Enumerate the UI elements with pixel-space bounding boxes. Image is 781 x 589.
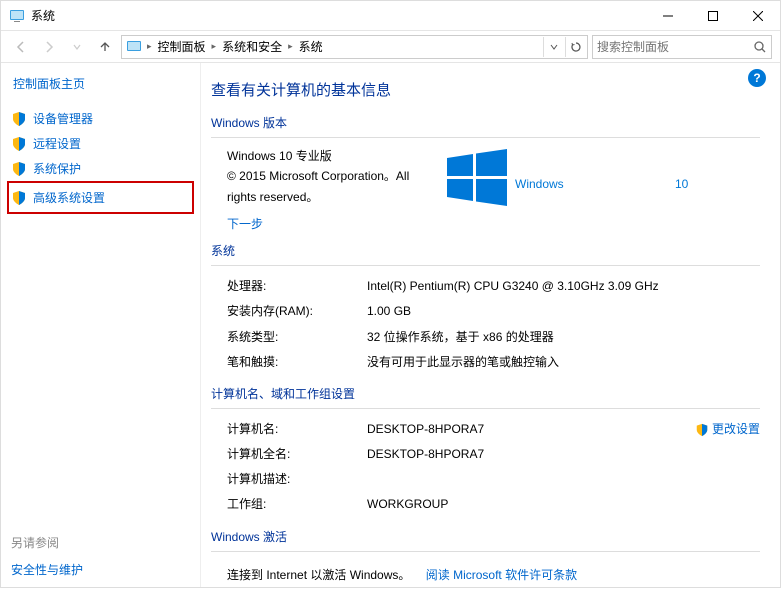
sidebar-item-label: 设备管理器 [33,110,93,127]
system-icon [126,39,142,55]
sidebar-item-label: 系统保护 [33,160,81,177]
windows10-logo: Windows 10 [447,146,760,207]
divider [211,137,760,138]
description-value [367,470,760,489]
up-button[interactable] [93,35,117,59]
type-label: 系统类型: [227,328,367,347]
search-icon[interactable] [753,40,767,54]
shield-icon [11,111,27,127]
divider [211,265,760,266]
back-button[interactable] [9,35,33,59]
window-title: 系统 [31,7,645,24]
close-button[interactable] [735,1,780,30]
shield-icon [11,190,27,206]
shield-icon [695,423,709,437]
computer-name-value: DESKTOP-8HPORA7 [367,420,695,439]
full-name-label: 计算机全名: [227,445,367,464]
maximize-button[interactable] [690,1,735,30]
system-icon [9,8,25,24]
chevron-right-icon[interactable]: ▸ [146,41,153,52]
control-panel-home-link[interactable]: 控制面板主页 [11,75,190,92]
refresh-button[interactable] [565,37,585,57]
workgroup-value: WORKGROUP [367,495,760,514]
svg-text:10: 10 [675,177,689,191]
breadcrumb-dropdown[interactable] [543,37,563,57]
change-settings-label: 更改设置 [712,420,760,439]
sidebar-item-system-protection[interactable]: 系统保护 [11,156,190,181]
change-settings-link[interactable]: 更改设置 [695,420,760,439]
breadcrumb-item[interactable]: 系统 [296,38,326,55]
breadcrumb-item[interactable]: 系统和安全 [219,38,285,55]
see-also-title: 另请参阅 [11,534,190,551]
pen-value: 没有可用于此显示器的笔或触控输入 [367,353,760,372]
edition-copyright: © 2015 Microsoft Corporation。All rights … [227,166,427,207]
minimize-button[interactable] [645,1,690,30]
chevron-right-icon[interactable]: ▸ [211,41,218,52]
sidebar-item-remote-settings[interactable]: 远程设置 [11,131,190,156]
license-terms-link[interactable]: 阅读 Microsoft 软件许可条款 [426,568,577,582]
activation-text: 连接到 Internet 以激活 Windows。 [227,568,410,582]
section-name-title: 计算机名、域和工作组设置 [211,385,760,402]
sidebar-item-label: 远程设置 [33,135,81,152]
workgroup-label: 工作组: [227,495,367,514]
sidebar-item-advanced-settings[interactable]: 高级系统设置 [11,185,190,210]
shield-icon [11,136,27,152]
next-step-link[interactable]: 下一步 [227,215,760,232]
svg-text:Windows: Windows [515,177,564,191]
cpu-value: Intel(R) Pentium(R) CPU G3240 @ 3.10GHz … [367,277,760,296]
chevron-right-icon[interactable]: ▸ [287,41,294,52]
section-activation-title: Windows 激活 [211,528,760,545]
edition-name: Windows 10 专业版 [227,146,427,166]
computer-name-label: 计算机名: [227,420,367,439]
see-also-label: 安全性与维护 [11,561,83,578]
breadcrumb[interactable]: ▸ 控制面板 ▸ 系统和安全 ▸ 系统 [121,35,588,59]
breadcrumb-item[interactable]: 控制面板 [155,38,209,55]
search-input[interactable] [597,40,753,54]
divider [211,551,760,552]
cpu-label: 处理器: [227,277,367,296]
ram-label: 安装内存(RAM): [227,302,367,321]
type-value: 32 位操作系统，基于 x86 的处理器 [367,328,760,347]
search-box[interactable] [592,35,772,59]
see-also-link[interactable]: 安全性与维护 [11,557,190,582]
pen-label: 笔和触摸: [227,353,367,372]
recent-dropdown[interactable] [65,35,89,59]
divider [211,408,760,409]
section-system-title: 系统 [211,242,760,259]
shield-icon [11,161,27,177]
section-edition-title: Windows 版本 [211,114,760,131]
help-button[interactable]: ? [748,69,766,87]
full-name-value: DESKTOP-8HPORA7 [367,445,760,464]
highlighted-box: 高级系统设置 [7,181,194,214]
sidebar-item-device-manager[interactable]: 设备管理器 [11,106,190,131]
description-label: 计算机描述: [227,470,367,489]
ram-value: 1.00 GB [367,302,760,321]
page-heading: 查看有关计算机的基本信息 [211,79,760,100]
forward-button[interactable] [37,35,61,59]
sidebar-item-label: 高级系统设置 [33,189,105,206]
